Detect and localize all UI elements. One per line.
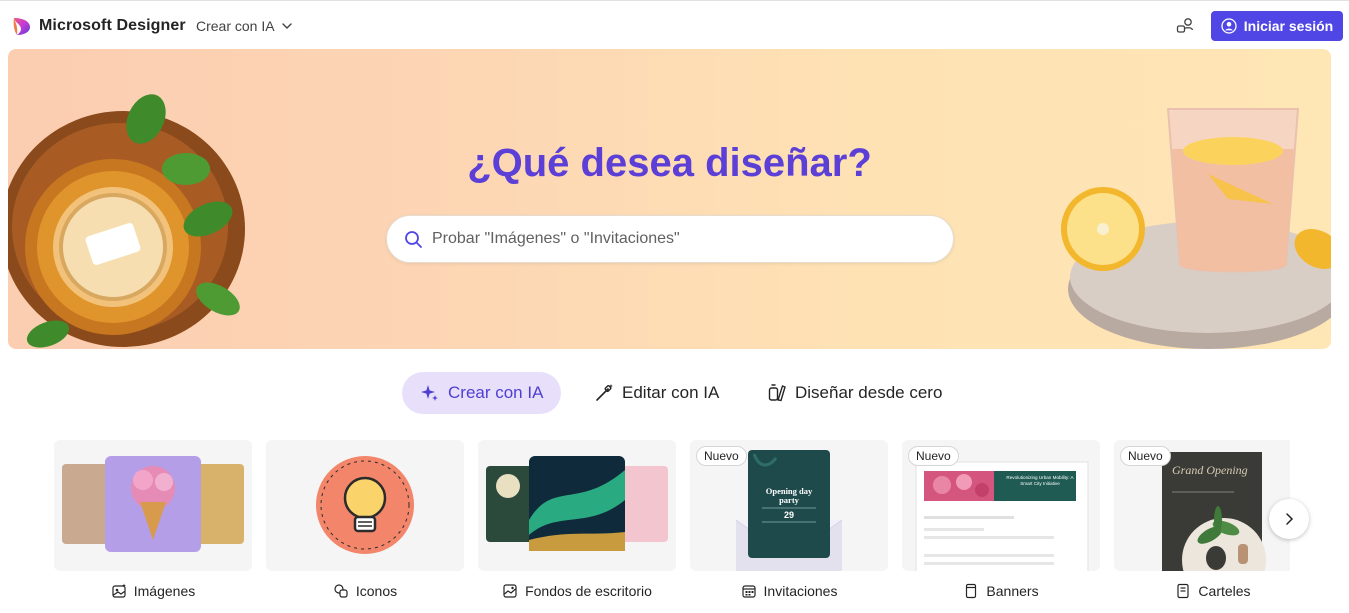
card-banners-label: Banners xyxy=(986,583,1039,599)
card-images-thumbnail xyxy=(54,440,252,571)
card-invitations[interactable]: Nuevo Opening day party 29 Invitaciones xyxy=(690,440,888,613)
tab-edit-with-ai[interactable]: Editar con IA xyxy=(576,372,737,414)
card-banners-caption: Banners xyxy=(902,583,1100,599)
carousel-next-button[interactable] xyxy=(1269,499,1309,539)
card-posters[interactable]: Nuevo Grand Opening Carteles xyxy=(1114,440,1290,613)
honey-jar-illustration xyxy=(8,94,245,348)
mode-tabs: Crear con IA Editar con IA Diseñar desde… xyxy=(0,372,1349,414)
user-icon xyxy=(1221,18,1237,34)
card-images[interactable]: Imágenes xyxy=(54,440,252,613)
poster-preview-title: Grand Opening xyxy=(1172,463,1248,477)
new-badge: Nuevo xyxy=(1120,446,1171,466)
magic-wand-icon xyxy=(596,384,613,401)
designer-logo-icon[interactable] xyxy=(12,16,32,36)
hero-title: ¿Qué desea diseñar? xyxy=(467,141,872,185)
create-with-ai-menu[interactable]: Crear con IA xyxy=(196,18,293,34)
lemonade-glass-illustration xyxy=(1061,108,1331,349)
card-invitations-caption: Invitaciones xyxy=(690,583,888,599)
hero-banner: ¿Qué desea diseñar? xyxy=(8,49,1331,349)
card-invitations-label: Invitaciones xyxy=(763,583,838,599)
banner-preview-title: Revolutionizing Urban Mobility: A Smart … xyxy=(1006,475,1074,486)
tab-create-with-ai[interactable]: Crear con IA xyxy=(402,372,562,414)
search-box[interactable] xyxy=(386,215,954,263)
create-with-ai-menu-label: Crear con IA xyxy=(196,18,275,34)
card-images-caption: Imágenes xyxy=(54,583,252,599)
tab-create-with-ai-label: Crear con IA xyxy=(448,383,544,402)
new-badge: Nuevo xyxy=(908,446,959,466)
chevron-down-icon xyxy=(281,23,292,29)
banner-icon xyxy=(966,583,977,599)
sign-in-label: Iniciar sesión xyxy=(1243,18,1334,34)
card-posters-caption: Carteles xyxy=(1114,583,1290,599)
tab-design-from-scratch-label: Diseñar desde cero xyxy=(795,383,943,402)
people-icon[interactable] xyxy=(1174,15,1196,37)
card-icons-thumbnail xyxy=(266,440,464,571)
calendar-icon xyxy=(741,585,756,598)
wallpaper-icon xyxy=(503,584,517,598)
template-cards: Imágenes Iconos Fondos de escritorio Nue… xyxy=(54,440,1290,613)
design-tools-icon xyxy=(768,384,786,402)
new-badge: Nuevo xyxy=(696,446,747,466)
sign-in-button[interactable]: Iniciar sesión xyxy=(1211,11,1343,41)
card-wallpapers-label: Fondos de escritorio xyxy=(525,583,652,599)
card-images-label: Imágenes xyxy=(133,583,196,599)
card-icons-caption: Iconos xyxy=(266,583,464,599)
sparkle-icon xyxy=(421,385,438,401)
card-banners[interactable]: Nuevo Revolutionizing Urban Mobility: A … xyxy=(902,440,1100,613)
card-posters-label: Carteles xyxy=(1198,583,1251,599)
image-sparkle-icon xyxy=(112,583,126,598)
poster-icon xyxy=(1177,583,1190,599)
icons-icon xyxy=(334,584,348,598)
chevron-right-icon xyxy=(1286,513,1294,525)
card-wallpapers-thumbnail xyxy=(478,440,676,571)
brand-name[interactable]: Microsoft Designer xyxy=(39,17,186,35)
card-icons-label: Iconos xyxy=(355,583,398,599)
top-bar: Microsoft Designer Crear con IA Iniciar … xyxy=(0,0,1349,50)
tab-design-from-scratch[interactable]: Diseñar desde cero xyxy=(749,372,960,414)
tab-edit-with-ai-label: Editar con IA xyxy=(622,383,720,402)
card-wallpapers-caption: Fondos de escritorio xyxy=(478,583,676,599)
card-icons[interactable]: Iconos xyxy=(266,440,464,613)
search-icon xyxy=(405,230,422,248)
search-input[interactable] xyxy=(432,230,912,248)
invitation-preview-day: 29 xyxy=(783,510,794,520)
card-wallpapers[interactable]: Fondos de escritorio xyxy=(478,440,676,613)
invitation-preview-title: Opening day party xyxy=(765,486,813,505)
